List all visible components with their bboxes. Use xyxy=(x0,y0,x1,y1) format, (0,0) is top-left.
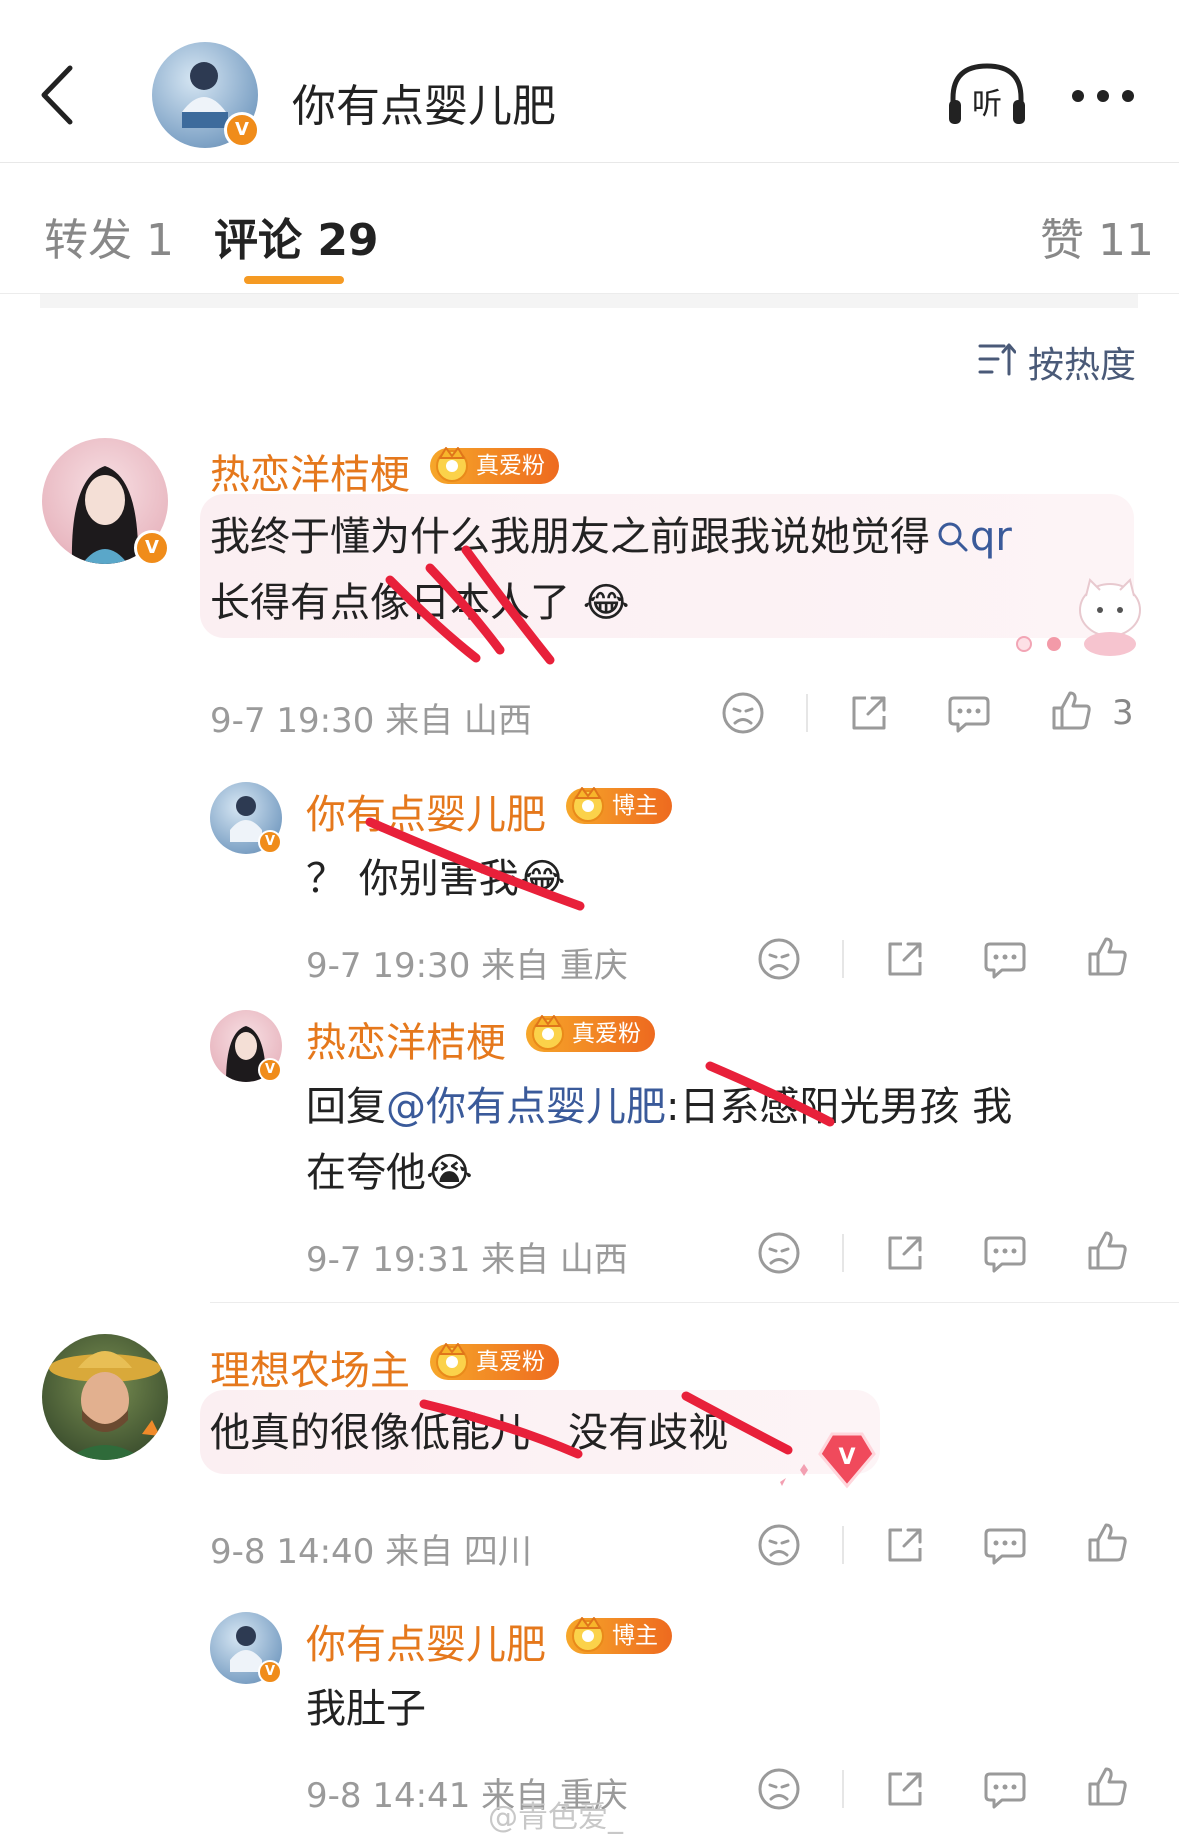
like-icon[interactable] xyxy=(1084,1520,1130,1566)
author-badge: 博主 xyxy=(566,1618,672,1654)
like-count: 3 xyxy=(1112,693,1134,733)
share-icon[interactable] xyxy=(846,690,892,736)
action-separator xyxy=(842,1770,844,1808)
comment-meta: 9-7 19:30 来自 山西 xyxy=(210,701,532,741)
reply-text: 我肚子 xyxy=(306,1686,426,1732)
fan-crown-icon xyxy=(432,442,476,486)
tab-comments[interactable]: 评论 29 xyxy=(214,204,379,268)
search-icon xyxy=(938,522,968,552)
fan-crown-icon xyxy=(528,1010,572,1054)
comment-meta: 9-8 14:40 来自 四川 xyxy=(210,1532,532,1572)
fan-badge: 真爱粉 xyxy=(430,448,559,484)
comment-text: 我终于懂为什么我朋友之前跟我说她觉得 qr 长得有点像日本人了 😂 xyxy=(210,504,1110,636)
reply-text-line: :日系感阳光男孩 我 xyxy=(666,1084,1013,1130)
commenter-avatar[interactable] xyxy=(42,1334,168,1460)
reply-text-line: 在夸他 xyxy=(306,1150,426,1196)
author-badge-label: 博主 xyxy=(612,793,658,819)
tab-reposts[interactable]: 转发 1 xyxy=(44,204,174,268)
reply-icon[interactable] xyxy=(982,1522,1028,1568)
commenter-name[interactable]: 理想农场主 xyxy=(210,1338,410,1396)
fan-crown-icon xyxy=(432,1338,476,1382)
share-icon[interactable] xyxy=(882,1766,928,1812)
commenter-name[interactable]: 热恋洋桔梗 xyxy=(210,442,410,500)
reply-prefix: 回复 xyxy=(306,1084,386,1130)
active-tab-indicator xyxy=(244,276,344,284)
dislike-icon[interactable] xyxy=(756,936,802,982)
reply-text: ？ 你别害我😂 xyxy=(306,846,565,912)
author-crown-icon xyxy=(568,782,612,826)
section-divider xyxy=(40,294,1138,308)
fan-badge: 真爱粉 xyxy=(430,1344,559,1380)
comment-divider xyxy=(210,1302,1179,1303)
avatar-farmer-portrait xyxy=(49,1351,161,1460)
fan-badge-label: 真爱粉 xyxy=(476,453,545,479)
top-bar: V 你有点婴儿肥 听 xyxy=(0,0,1179,163)
listen-label: 听 xyxy=(972,87,1002,122)
reply-text: 回复@你有点婴儿肥:日系感阳光男孩 我 在夸他😭 xyxy=(306,1074,1136,1206)
author-crown-icon xyxy=(568,1612,612,1656)
sort-icon[interactable] xyxy=(978,340,1016,378)
author-badge-label: 博主 xyxy=(612,1623,658,1649)
verified-badge-icon: V xyxy=(224,112,260,148)
comment-text-line: 长得有点像日本人了 xyxy=(210,580,570,626)
mention-link[interactable]: @你有点婴儿肥 xyxy=(386,1084,666,1130)
author-badge: 博主 xyxy=(566,788,672,824)
like-icon[interactable] xyxy=(1048,688,1094,734)
reply-meta: 9-7 19:31 来自 山西 xyxy=(306,1240,628,1280)
tab-likes[interactable]: 赞 11 xyxy=(1040,204,1154,268)
fan-badge: 真爱粉 xyxy=(526,1016,655,1052)
like-icon[interactable] xyxy=(1084,1764,1130,1810)
verified-badge-icon: V xyxy=(258,1660,282,1684)
fan-badge-label: 真爱粉 xyxy=(572,1021,641,1047)
dislike-icon[interactable] xyxy=(756,1230,802,1276)
reply-icon[interactable] xyxy=(982,1766,1028,1812)
share-icon[interactable] xyxy=(882,1230,928,1276)
action-separator xyxy=(806,694,808,732)
share-icon[interactable] xyxy=(882,1522,928,1568)
like-icon[interactable] xyxy=(1084,934,1130,980)
watermark: @青色爱_ xyxy=(488,1800,623,1835)
fan-badge-label: 真爱粉 xyxy=(476,1349,545,1375)
search-tag-label: qr xyxy=(970,514,1012,560)
vip-gem-icon: V xyxy=(780,1432,876,1489)
action-separator xyxy=(842,1526,844,1564)
reply-author-name[interactable]: 你有点婴儿肥 xyxy=(306,1612,546,1670)
laughing-emoji-icon: 😂 xyxy=(582,580,630,626)
dislike-icon[interactable] xyxy=(720,690,766,736)
more-options-icon[interactable] xyxy=(1068,86,1138,106)
page-title: 你有点婴儿肥 xyxy=(292,81,556,132)
reply-icon[interactable] xyxy=(982,1230,1028,1276)
comment-text-line: 我终于懂为什么我朋友之前跟我说她觉得 xyxy=(210,514,930,560)
comment-text: 他真的很像低能儿 没有歧视 xyxy=(210,1410,729,1456)
svg-text:V: V xyxy=(838,1445,855,1470)
reply-icon[interactable] xyxy=(946,690,992,736)
verified-badge-icon: V xyxy=(258,1058,282,1082)
sort-by-hot-button[interactable]: 按热度 xyxy=(1028,336,1136,388)
action-separator xyxy=(842,1234,844,1272)
dislike-icon[interactable] xyxy=(756,1766,802,1812)
verified-badge-icon: V xyxy=(258,830,282,854)
verified-badge-icon: V xyxy=(134,530,170,566)
dislike-icon[interactable] xyxy=(756,1522,802,1568)
like-icon[interactable] xyxy=(1084,1228,1130,1274)
reply-author-name[interactable]: 热恋洋桔梗 xyxy=(306,1010,506,1068)
reply-meta: 9-7 19:30 来自 重庆 xyxy=(306,946,628,986)
tab-bar xyxy=(0,163,1179,294)
action-separator xyxy=(842,940,844,978)
crying-emoji-icon: 😭 xyxy=(426,1150,473,1196)
reply-text-content: ？ 你别害我 xyxy=(306,856,519,902)
back-arrow-icon[interactable] xyxy=(34,62,80,128)
reply-author-name[interactable]: 你有点婴儿肥 xyxy=(306,782,546,840)
listen-headphones-icon[interactable]: 听 xyxy=(945,60,1029,130)
laughing-emoji-icon: 😂 xyxy=(518,856,566,902)
reply-icon[interactable] xyxy=(982,936,1028,982)
search-tag-link[interactable]: qr xyxy=(930,514,1012,560)
share-icon[interactable] xyxy=(882,936,928,982)
